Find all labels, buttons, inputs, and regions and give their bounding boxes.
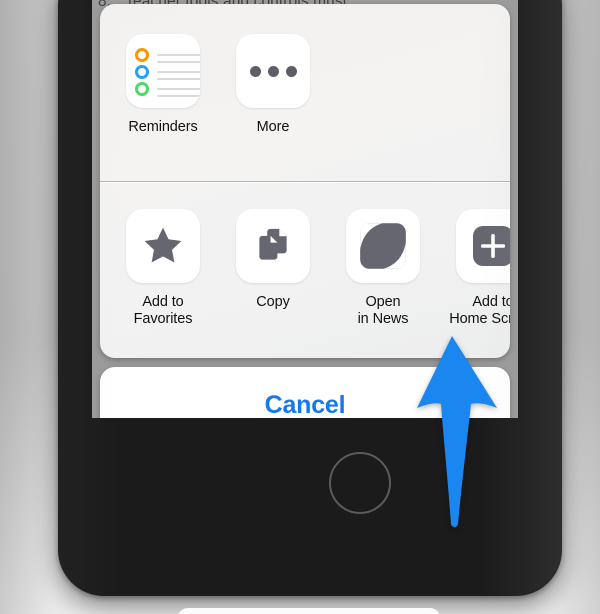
iphone-device-body: 8.Teacher tools and controls must [58,0,562,596]
reminders-dot-blue [135,65,149,79]
add-to-favorites-tile [126,209,200,283]
reminders-line [157,88,200,90]
apple-news-icon [346,209,420,283]
share-sheet-actions-row: Add to Favorites Copy Open in News Add t… [100,181,510,358]
reminders-line [157,78,200,80]
share-sheet: Reminders More Add to Favorites Copy Ope… [100,4,510,358]
action-open-in-news[interactable]: Open in News [328,209,438,358]
reminders-line [157,95,200,97]
reminders-dot-green [135,82,149,96]
share-sheet-apps-row: Reminders More [100,4,510,181]
cancel-button-label: Cancel [264,390,346,419]
copy-documents-icon [236,209,310,283]
more-dot [285,65,297,77]
reminders-icon [126,34,200,108]
action-add-to-favorites[interactable]: Add to Favorites [108,209,218,358]
screenshot-stage: 8.Teacher tools and controls must [0,0,600,614]
copy-tile [236,209,310,283]
action-label: Copy [256,294,290,310]
share-target-label: Reminders [128,119,198,135]
more-ellipsis-icon [236,34,310,108]
add-to-home-screen-tile [456,209,510,283]
background-element-below-phone [178,608,440,614]
home-button[interactable] [329,452,391,514]
share-target-label: More [256,119,290,135]
action-label: Add to Favorites [133,294,193,327]
reminders-line [157,54,200,56]
action-add-to-home-screen[interactable]: Add to Home Screen [438,209,510,358]
reminders-dot-orange [135,48,149,62]
action-label: Open in News [357,294,409,327]
action-copy[interactable]: Copy [218,209,328,358]
share-target-more[interactable]: More [218,34,328,181]
reminders-line [157,71,200,73]
share-target-reminders[interactable]: Reminders [108,34,218,181]
more-dot [249,65,261,77]
action-label: Add to Home Screen [449,294,510,327]
star-icon [126,209,200,283]
cancel-button[interactable]: Cancel [100,367,510,418]
more-dot [267,65,279,77]
reminders-line [157,61,200,63]
open-in-news-tile [346,209,420,283]
add-to-home-screen-plus-icon [456,209,510,283]
iphone-screen: 8.Teacher tools and controls must [92,0,518,418]
